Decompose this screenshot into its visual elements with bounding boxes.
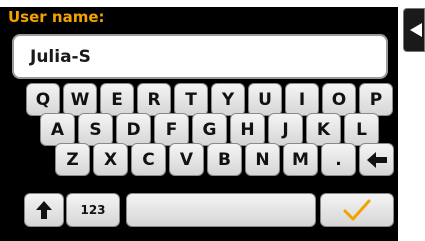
key-y[interactable]: Y — [211, 83, 245, 116]
user-name-value: Julia-S — [30, 47, 91, 67]
key-u[interactable]: U — [248, 83, 282, 116]
key-k[interactable]: K — [306, 113, 341, 146]
confirm-key[interactable] — [320, 193, 394, 227]
key-l[interactable]: L — [344, 113, 379, 146]
left-arrow-icon — [366, 151, 387, 168]
top-strip — [0, 0, 398, 7]
key-n[interactable]: N — [245, 143, 280, 176]
key-g[interactable]: G — [192, 113, 227, 146]
up-arrow-icon — [36, 201, 52, 219]
key-e[interactable]: E — [100, 83, 134, 116]
checkmark-icon — [343, 199, 371, 221]
numbers-key[interactable]: 123 — [66, 193, 120, 227]
back-button[interactable] — [403, 8, 425, 52]
shift-key[interactable] — [24, 193, 64, 227]
key-a[interactable]: A — [40, 113, 75, 146]
key-c[interactable]: C — [131, 143, 166, 176]
key-p[interactable]: P — [359, 83, 393, 116]
key-o[interactable]: O — [322, 83, 356, 116]
key-d[interactable]: D — [116, 113, 151, 146]
key-t[interactable]: T — [174, 83, 208, 116]
key-w[interactable]: W — [63, 83, 97, 116]
key-q[interactable]: Q — [26, 83, 60, 116]
key-m[interactable]: M — [283, 143, 318, 176]
field-title: User name: — [8, 8, 105, 26]
keyboard-screen: User name: Julia-S Q W E R T Y U I O P A… — [0, 0, 398, 241]
user-name-input[interactable]: Julia-S — [12, 34, 388, 79]
key-r[interactable]: R — [137, 83, 171, 116]
key-i[interactable]: I — [285, 83, 319, 116]
key-v[interactable]: V — [169, 143, 204, 176]
key-period[interactable]: . — [321, 143, 356, 176]
key-j[interactable]: J — [268, 113, 303, 146]
backspace-key[interactable] — [359, 143, 394, 176]
key-z[interactable]: Z — [55, 143, 90, 176]
key-b[interactable]: B — [207, 143, 242, 176]
back-arrow-icon — [410, 23, 422, 37]
key-f[interactable]: F — [154, 113, 189, 146]
key-s[interactable]: S — [78, 113, 113, 146]
space-key[interactable] — [126, 193, 316, 227]
key-x[interactable]: X — [93, 143, 128, 176]
key-h[interactable]: H — [230, 113, 265, 146]
